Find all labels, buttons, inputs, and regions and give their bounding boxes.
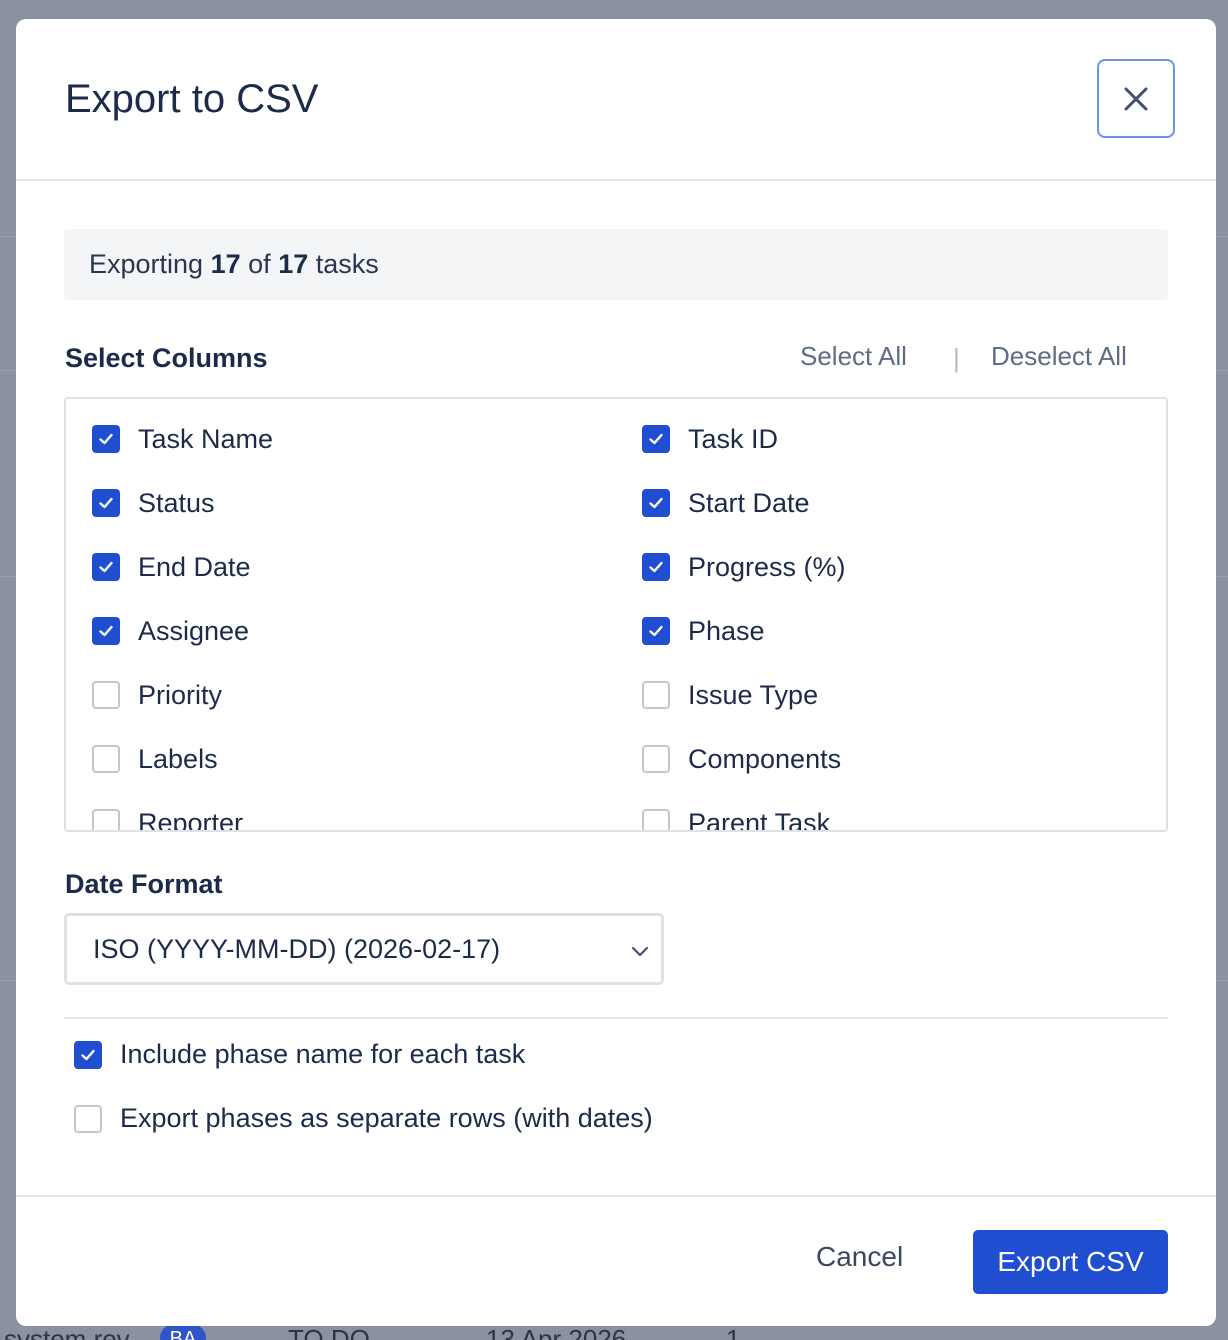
options-divider — [64, 1017, 1168, 1019]
checkbox-status[interactable]: Status — [92, 483, 215, 523]
checkbox-priority[interactable]: Priority — [92, 675, 222, 715]
close-icon — [1124, 87, 1148, 110]
checkbox-assignee[interactable]: Assignee — [92, 611, 249, 651]
checkbox-label: Task Name — [138, 423, 274, 454]
checkbox-unchecked[interactable] — [92, 809, 120, 830]
checkmark-icon — [99, 433, 113, 445]
checkbox-components[interactable]: Components — [642, 739, 841, 779]
checkbox-issue-type[interactable]: Issue Type — [642, 675, 818, 715]
checkbox-reporter[interactable]: Reporter — [92, 803, 244, 832]
checkbox-label: Parent Task — [688, 807, 831, 832]
columns-list[interactable]: Task Name Task ID Status Start Date End Date… — [64, 397, 1168, 832]
cancel-button[interactable]: Cancel — [816, 1241, 903, 1273]
checkbox-checked[interactable] — [642, 617, 670, 645]
close-button[interactable] — [1097, 59, 1175, 138]
checkbox-unchecked[interactable] — [642, 681, 670, 709]
checkbox-progress[interactable]: Progress (%) — [642, 547, 846, 587]
dialog-title: Export to CSV — [65, 77, 319, 121]
deselect-all-button[interactable]: Deselect All — [991, 341, 1127, 372]
checkmark-icon — [649, 433, 663, 445]
checkbox-labels[interactable]: Labels — [92, 739, 218, 779]
banner-prefix: Exporting — [89, 249, 204, 279]
bg-avatar-badge: BA — [160, 1326, 206, 1340]
checkbox-label: Reporter — [138, 807, 244, 832]
checkbox-task-name[interactable]: Task Name — [92, 419, 273, 459]
checkbox-checked[interactable] — [642, 553, 670, 581]
checkbox-label: Export phases as separate rows (with dat… — [120, 1103, 653, 1133]
checkbox-unchecked[interactable] — [92, 745, 120, 773]
checkbox-unchecked[interactable] — [642, 809, 670, 830]
select-columns-label: Select Columns — [65, 343, 268, 373]
banner-middle: of — [248, 249, 271, 279]
checkbox-label: Status — [138, 487, 215, 518]
checkmark-icon — [649, 497, 663, 509]
checkbox-label: Progress (%) — [688, 551, 846, 582]
checkbox-task-id[interactable]: Task ID — [642, 419, 778, 459]
export-csv-dialog: Export to CSV Exporting 17 of 17 tasks S… — [16, 19, 1216, 1326]
checkbox-include-phase-name[interactable]: Include phase name for each task — [74, 1039, 525, 1070]
checkmark-icon — [649, 561, 663, 573]
checkbox-label: Task ID — [688, 423, 779, 454]
checkbox-label: End Date — [138, 551, 251, 582]
date-format-select[interactable]: ISO (YYYY-MM-DD) (2026-02-17) — [64, 913, 664, 985]
banner-suffix: tasks — [315, 249, 379, 279]
checkbox-export-phases-rows[interactable]: Export phases as separate rows (with dat… — [74, 1103, 653, 1134]
checkbox-label: Labels — [138, 743, 218, 774]
checkbox-label: Phase — [688, 615, 765, 646]
checkbox-checked[interactable] — [92, 425, 120, 453]
checkbox-label: Components — [688, 743, 842, 774]
checkbox-label: Assignee — [138, 615, 250, 646]
dialog-header: Export to CSV — [16, 19, 1216, 181]
checkbox-end-date[interactable]: End Date — [92, 547, 251, 587]
checkbox-start-date[interactable]: Start Date — [642, 483, 810, 523]
checkbox-checked[interactable] — [92, 617, 120, 645]
checkbox-label: Include phase name for each task — [120, 1039, 526, 1069]
select-all-button[interactable]: Select All — [800, 341, 907, 372]
checkmark-icon — [81, 1049, 95, 1060]
bg-num: 1 — [726, 1326, 740, 1340]
checkbox-label: Priority — [138, 679, 223, 710]
link-separator: | — [953, 343, 960, 373]
checkbox-checked[interactable] — [74, 1040, 102, 1069]
checkbox-checked[interactable] — [642, 489, 670, 517]
checkbox-phase[interactable]: Phase — [642, 611, 765, 651]
export-count-banner: Exporting 17 of 17 tasks — [64, 229, 1168, 300]
checkmark-icon — [99, 625, 113, 637]
checkmark-icon — [649, 625, 663, 637]
checkbox-unchecked[interactable] — [92, 681, 120, 709]
checkbox-checked[interactable] — [92, 489, 120, 517]
checkbox-unchecked[interactable] — [74, 1104, 102, 1133]
checkbox-label: Issue Type — [688, 679, 819, 710]
checkbox-checked[interactable] — [92, 553, 120, 581]
checkmark-icon — [99, 561, 113, 573]
bg-date: 13 Apr 2026 — [486, 1326, 626, 1340]
dialog-footer: Cancel Export CSV — [16, 1195, 1216, 1326]
checkbox-unchecked[interactable] — [642, 745, 670, 773]
date-format-label: Date Format — [65, 869, 223, 899]
checkbox-parent-task[interactable]: Parent Task — [642, 803, 831, 832]
date-format-value: ISO (YYYY-MM-DD) (2026-02-17) — [93, 934, 501, 964]
bg-task-text: system rev — [4, 1326, 130, 1340]
bg-status: TO DO — [288, 1326, 370, 1340]
checkmark-icon — [99, 497, 113, 509]
banner-count: 17 — [210, 249, 241, 279]
chevron-down-icon — [631, 946, 649, 957]
checkbox-label: Start Date — [688, 487, 810, 518]
checkbox-checked[interactable] — [642, 425, 670, 453]
export-csv-button[interactable]: Export CSV — [973, 1230, 1168, 1294]
background-bottom-row: system rev BA TO DO 13 Apr 2026 1 — [0, 1326, 1228, 1340]
banner-total: 17 — [278, 249, 309, 279]
